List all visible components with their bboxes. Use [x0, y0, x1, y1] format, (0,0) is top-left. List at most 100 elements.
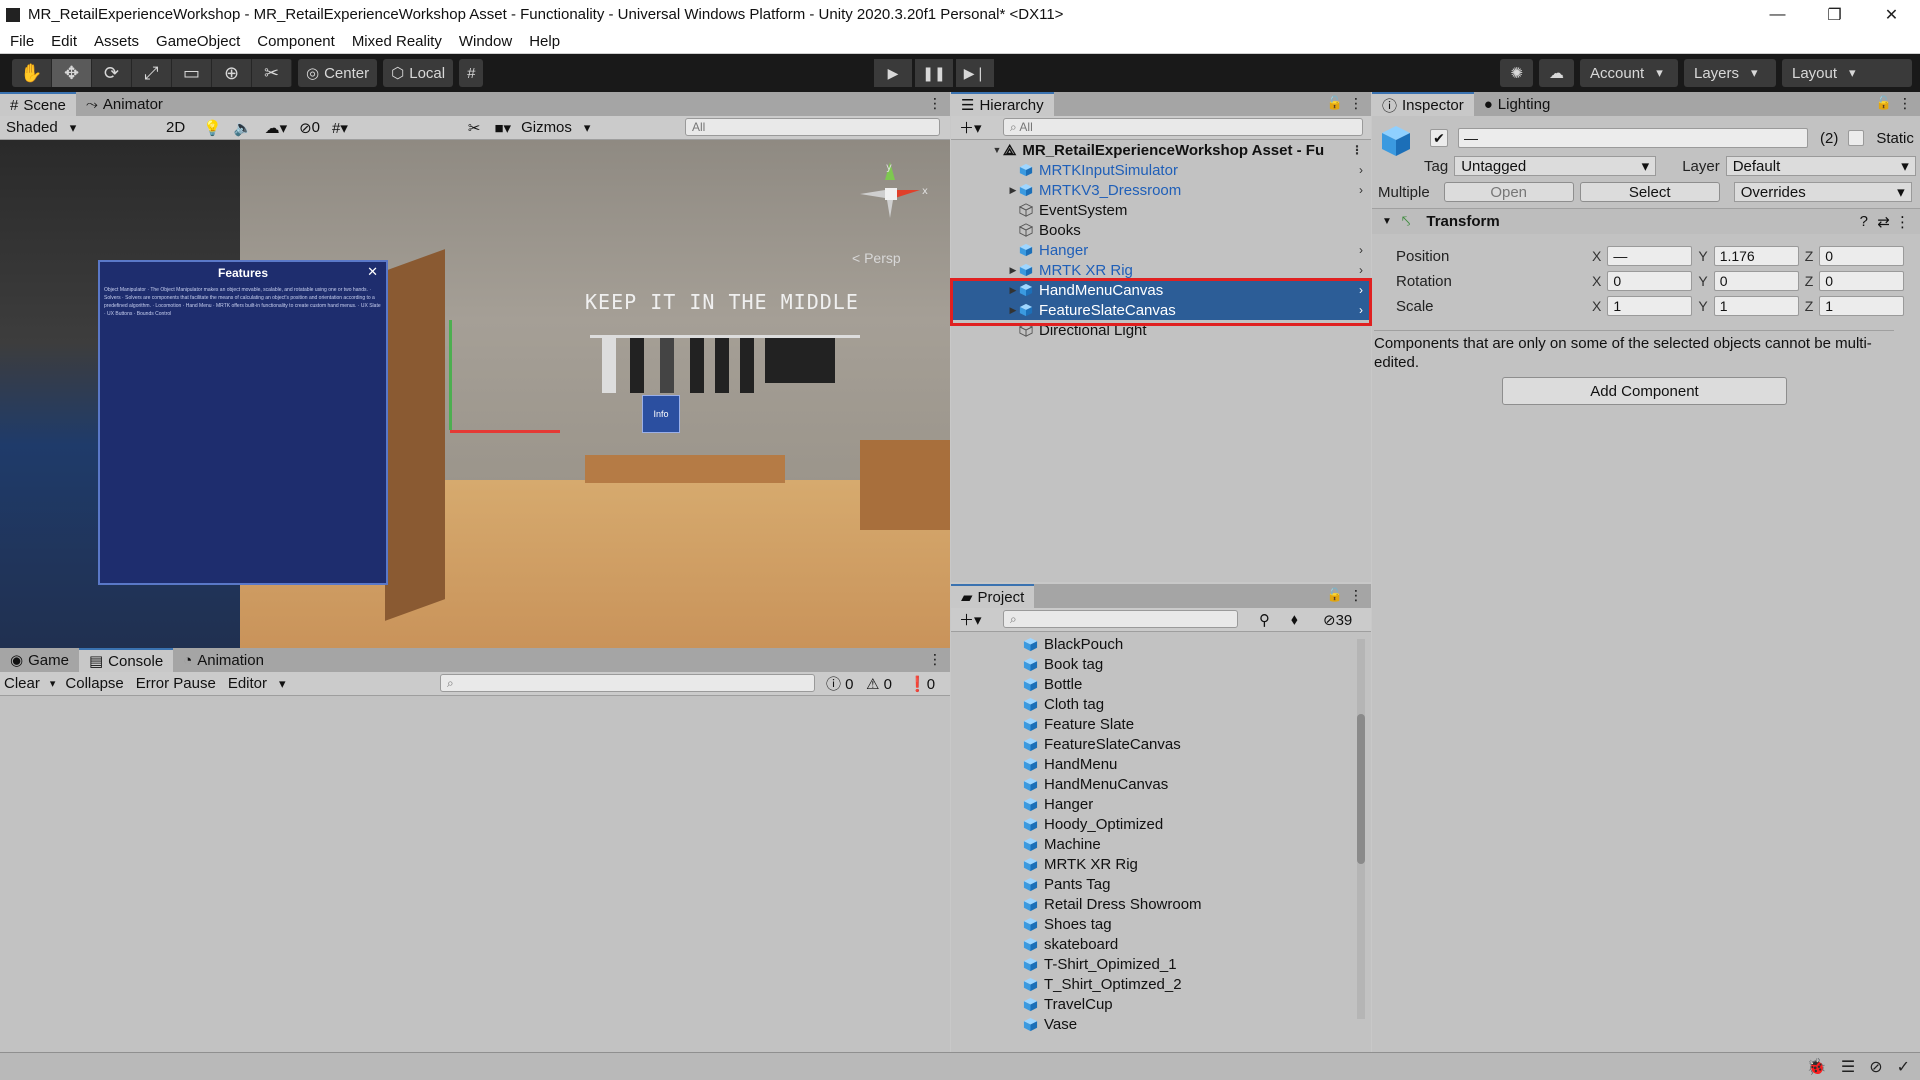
- project-create-icon[interactable]: ＋▾: [959, 609, 982, 630]
- menu-file[interactable]: File: [10, 33, 34, 50]
- move-tool-icon[interactable]: ✥: [52, 59, 92, 87]
- effects-toggle-icon[interactable]: ☁▾: [265, 119, 288, 137]
- debug-bug-icon[interactable]: 🐞: [1807, 1057, 1827, 1077]
- gizmos-dropdown[interactable]: Gizmos: [521, 119, 590, 136]
- features-slate[interactable]: Features ✕ Object Manipulator · The Obje…: [98, 260, 388, 585]
- tab-project[interactable]: ▰ Project: [951, 584, 1035, 608]
- collab-icon[interactable]: ✺: [1500, 59, 1533, 87]
- root-menu-icon[interactable]: ⋮: [1351, 143, 1363, 157]
- hierarchy-item[interactable]: ▶ MRTK XR Rig ›: [951, 260, 1371, 280]
- tools-icon[interactable]: ✂: [468, 119, 481, 137]
- project-asset-item[interactable]: Machine: [1023, 834, 1353, 854]
- diagnostics-icon[interactable]: ⊘: [1869, 1057, 1882, 1077]
- minimize-button[interactable]: —: [1749, 0, 1806, 29]
- hierarchy-root[interactable]: ▼ ⟁ MR_RetailExperienceWorkshop Asset - …: [951, 140, 1371, 160]
- scene-viewport[interactable]: Features ✕ Object Manipulator · The Obje…: [0, 140, 950, 648]
- move-gizmo-x[interactable]: [450, 430, 560, 433]
- camera-icon[interactable]: ■▾: [494, 119, 511, 137]
- shading-mode-dropdown[interactable]: Shaded: [6, 119, 146, 136]
- move-gizmo-y[interactable]: [449, 320, 452, 430]
- project-lock-icon[interactable]: 🔓: [1327, 587, 1343, 603]
- expand-arrow-icon[interactable]: ▶: [1007, 185, 1019, 196]
- lighting-toggle-icon[interactable]: 💡: [203, 119, 222, 137]
- close-button[interactable]: ✕: [1863, 0, 1920, 29]
- orientation-gizmo-icon[interactable]: y x: [850, 160, 930, 250]
- pivot-center-toggle[interactable]: ◎ Center: [298, 59, 378, 87]
- transform-header[interactable]: ▼ ⤣ Transform ? ⇄ ⋮: [1372, 208, 1920, 234]
- info-count-icon[interactable]: ⓘ 0: [826, 673, 854, 694]
- grid-toggle-icon[interactable]: #▾: [332, 119, 348, 137]
- tab-hierarchy[interactable]: ☰ Hierarchy: [951, 92, 1054, 116]
- play-button[interactable]: ▶: [874, 59, 912, 87]
- rotate-tool-icon[interactable]: ⟳: [92, 59, 132, 87]
- hierarchy-item[interactable]: Hanger ›: [951, 240, 1371, 260]
- console-menu-icon[interactable]: ⋮: [928, 651, 942, 668]
- rotation-z-field[interactable]: 0: [1819, 271, 1905, 291]
- help-icon[interactable]: ?: [1860, 213, 1868, 230]
- tab-lighting[interactable]: ● Lighting: [1474, 92, 1561, 116]
- hidden-objects-icon[interactable]: ⊘: [299, 119, 312, 137]
- collapse-button[interactable]: Collapse: [65, 675, 123, 692]
- editor-dropdown[interactable]: Editor: [228, 675, 286, 692]
- menu-window[interactable]: Window: [459, 33, 512, 50]
- prefab-open-chevron-icon[interactable]: ›: [1359, 163, 1363, 177]
- console-search-input[interactable]: ⌕: [440, 674, 815, 692]
- prefab-open-chevron-icon[interactable]: ›: [1359, 243, 1363, 257]
- position-x-field[interactable]: —: [1607, 246, 1693, 266]
- project-asset-item[interactable]: Vase: [1023, 1014, 1353, 1034]
- perspective-label[interactable]: < Persp: [852, 250, 901, 266]
- project-scroll-thumb[interactable]: [1357, 714, 1365, 864]
- inspector-menu-icon[interactable]: ⋮: [1898, 95, 1912, 112]
- scale-z-field[interactable]: 1: [1819, 296, 1905, 316]
- scale-x-field[interactable]: 1: [1607, 296, 1693, 316]
- layout-dropdown[interactable]: Layout: [1782, 59, 1912, 87]
- project-search-input[interactable]: ⌕: [1003, 610, 1238, 628]
- restore-button[interactable]: ❐: [1806, 0, 1863, 29]
- menu-gameobject[interactable]: GameObject: [156, 33, 240, 50]
- hierarchy-item[interactable]: ▶ MRTKV3_Dressroom ›: [951, 180, 1371, 200]
- tab-inspector[interactable]: ⓘ Inspector: [1372, 92, 1474, 116]
- layers-dropdown[interactable]: Layers: [1684, 59, 1776, 87]
- project-menu-icon[interactable]: ⋮: [1349, 587, 1363, 604]
- inspector-lock-icon[interactable]: 🔓: [1876, 95, 1892, 111]
- component-menu-icon[interactable]: ⋮: [1895, 213, 1910, 231]
- custom-tool-icon[interactable]: ✂: [252, 59, 292, 87]
- scene-search-input[interactable]: All: [685, 118, 940, 136]
- expand-arrow-icon[interactable]: ▶: [1007, 265, 1019, 276]
- features-close-icon[interactable]: ✕: [367, 264, 378, 280]
- hierarchy-search-input[interactable]: ⌕ All: [1003, 118, 1363, 136]
- hierarchy-item[interactable]: MRTKInputSimulator ›: [951, 160, 1371, 180]
- 2d-toggle[interactable]: 2D: [166, 119, 185, 136]
- project-asset-item[interactable]: TravelCup: [1023, 994, 1353, 1014]
- project-asset-item[interactable]: Pants Tag: [1023, 874, 1353, 894]
- transform-tool-icon[interactable]: ⊕: [212, 59, 252, 87]
- filter-label-icon[interactable]: ⬧: [1291, 611, 1298, 628]
- project-asset-item[interactable]: T-Shirt_Opimized_1: [1023, 954, 1353, 974]
- clear-options-icon[interactable]: ▾: [50, 677, 56, 690]
- project-asset-item[interactable]: FeatureSlateCanvas: [1023, 734, 1353, 754]
- prefab-open-chevron-icon[interactable]: ›: [1359, 183, 1363, 197]
- static-checkbox[interactable]: [1848, 130, 1865, 146]
- rotation-y-field[interactable]: 0: [1713, 271, 1799, 291]
- tab-console[interactable]: ▤ Console: [78, 648, 174, 672]
- project-asset-item[interactable]: Hanger: [1023, 794, 1353, 814]
- menu-component[interactable]: Component: [257, 33, 335, 50]
- project-asset-item[interactable]: BlackPouch: [1023, 634, 1353, 654]
- project-asset-item[interactable]: T_Shirt_Optimzed_2: [1023, 974, 1353, 994]
- step-button[interactable]: ▶❘: [956, 59, 994, 87]
- rect-tool-icon[interactable]: ▭: [172, 59, 212, 87]
- menu-assets[interactable]: Assets: [94, 33, 139, 50]
- project-asset-item[interactable]: Hoody_Optimized: [1023, 814, 1353, 834]
- project-asset-item[interactable]: Book tag: [1023, 654, 1353, 674]
- hierarchy-item[interactable]: EventSystem: [951, 200, 1371, 220]
- project-asset-item[interactable]: MRTK XR Rig: [1023, 854, 1353, 874]
- project-asset-item[interactable]: HandMenuCanvas: [1023, 774, 1353, 794]
- object-name-input[interactable]: —: [1458, 128, 1808, 148]
- menu-mixed-reality[interactable]: Mixed Reality: [352, 33, 442, 50]
- project-asset-item[interactable]: Feature Slate: [1023, 714, 1353, 734]
- scale-tool-icon[interactable]: ⤢: [132, 59, 172, 87]
- expand-arrow-icon[interactable]: ▼: [991, 145, 1003, 155]
- project-asset-item[interactable]: HandMenu: [1023, 754, 1353, 774]
- tab-game[interactable]: ◉ Game: [0, 648, 79, 672]
- pivot-local-toggle[interactable]: ⬡ Local: [383, 59, 454, 87]
